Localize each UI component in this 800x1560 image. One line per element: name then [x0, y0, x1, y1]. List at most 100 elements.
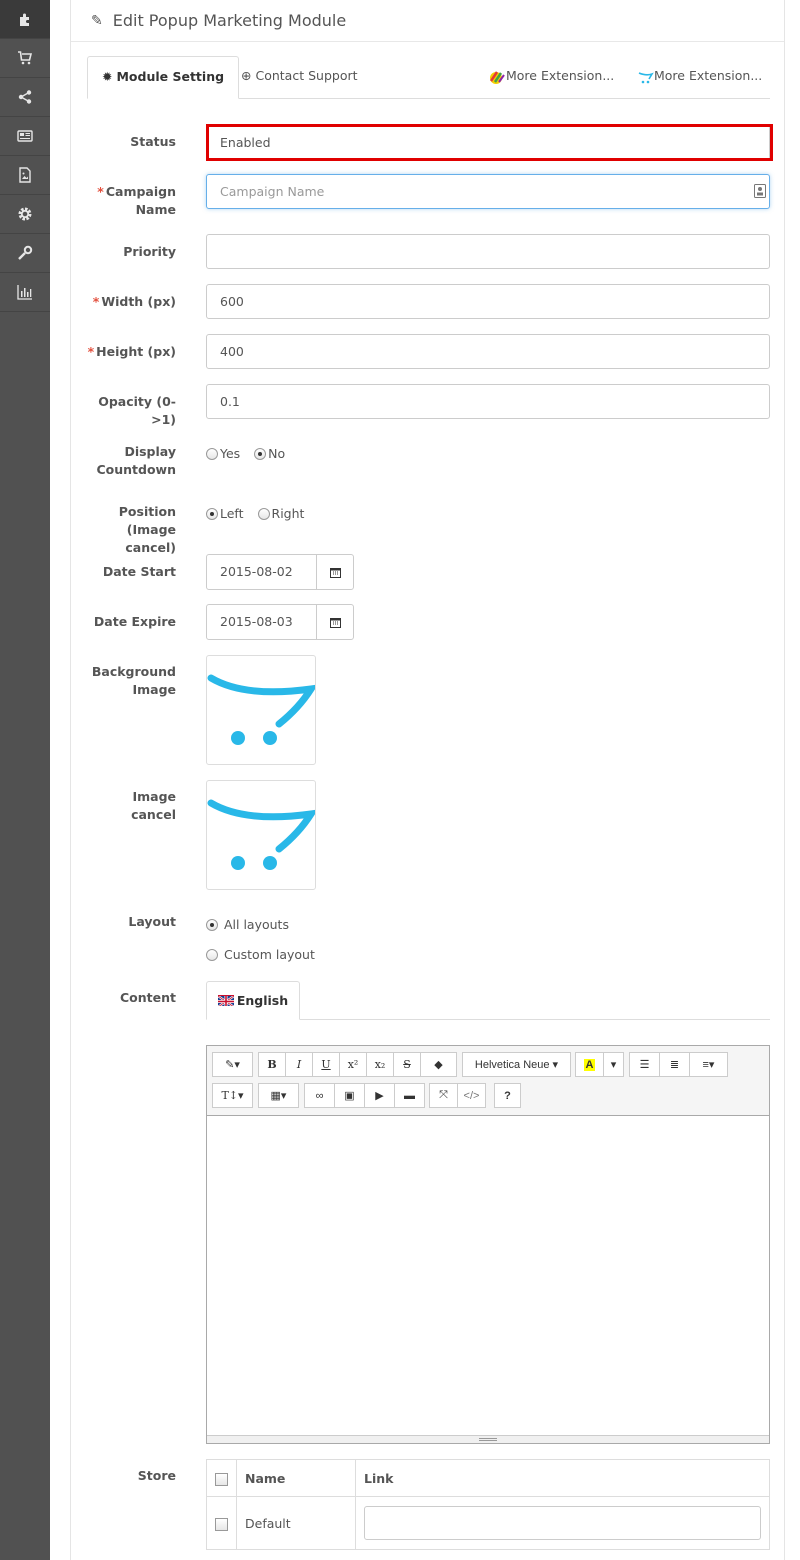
font-family-dropdown[interactable]: Helvetica Neue ▾ [462, 1052, 571, 1077]
height-label: * Height (px) [87, 344, 176, 359]
help-button[interactable]: ? [494, 1083, 521, 1108]
date-expire-input[interactable]: 2015-08-03 [207, 605, 316, 639]
opacity-input[interactable]: 0.1 [206, 384, 770, 419]
background-image-thumb[interactable] [206, 655, 318, 765]
module-panel: ✎ Edit Popup Marketing Module ✹ Module Se… [70, 0, 785, 1560]
countdown-no-radio[interactable]: No [254, 446, 285, 461]
unordered-list-button[interactable]: ☰ [629, 1052, 660, 1077]
height-input[interactable]: 400 [206, 334, 770, 369]
tab-language-english[interactable]: English [206, 981, 300, 1020]
underline-button[interactable]: U [312, 1052, 340, 1077]
background-image-label: Background Image [91, 664, 176, 697]
date-start-input[interactable]: 2015-08-02 [207, 555, 316, 589]
tab-contact-support[interactable]: ⊕ Contact Support [227, 56, 372, 99]
sidebar-item-settings[interactable] [0, 195, 50, 234]
tab-label: More Extension... [654, 68, 763, 83]
campaign-name-input[interactable]: Campaign Name [206, 174, 770, 209]
table-button[interactable]: ▦▾ [258, 1083, 299, 1108]
content-label: Content [120, 990, 176, 1005]
calendar-icon [329, 617, 341, 628]
contact-card-icon [754, 184, 766, 198]
sidebar-item-extensions[interactable] [0, 0, 50, 39]
image-file-icon [19, 167, 31, 183]
line-height-button[interactable]: T↕▾ [212, 1083, 253, 1108]
sidebar-item-reports[interactable] [0, 273, 50, 312]
image-cancel-thumb[interactable] [206, 780, 318, 890]
bold-button[interactable]: B [258, 1052, 286, 1077]
position-left-radio[interactable]: Left [206, 506, 244, 521]
display-countdown-radios: Yes No [206, 446, 295, 463]
sidebar-item-sales[interactable] [0, 39, 50, 78]
strikethrough-button[interactable]: S [393, 1052, 421, 1077]
text-color-icon: A [583, 1058, 596, 1071]
sidebar-item-share[interactable] [0, 78, 50, 117]
opencart-cart-logo-icon [207, 799, 318, 870]
video-button[interactable]: ▶ [364, 1083, 395, 1108]
subscript-button[interactable]: x₂ [366, 1052, 394, 1077]
layout-radio-all[interactable]: All layouts [206, 917, 299, 934]
width-input[interactable]: 600 [206, 284, 770, 319]
color-dropdown-button[interactable]: ▾ [603, 1052, 624, 1077]
status-select[interactable]: Enabled [206, 125, 770, 160]
sidebar-item-catalog[interactable] [0, 117, 50, 156]
horizontal-rule-button[interactable]: ▬ [394, 1083, 425, 1108]
layout-radio-custom[interactable]: Custom layout [206, 947, 325, 964]
table-header-row: Name Link [206, 1459, 770, 1497]
pencil-icon: ✎ [91, 12, 103, 29]
editor-content-area[interactable] [207, 1116, 769, 1436]
uk-flag-icon [217, 995, 234, 1006]
fullscreen-button[interactable]: ⤧ [429, 1083, 458, 1108]
sidebar-item-tools[interactable] [0, 234, 50, 273]
priority-input[interactable] [206, 234, 770, 269]
row-checkbox-cell [206, 1496, 237, 1550]
italic-button[interactable]: I [285, 1052, 313, 1077]
priority-label: Priority [123, 244, 176, 259]
tab-more-extension-1[interactable]: More Extension... [474, 56, 628, 99]
table-row: Default [206, 1496, 770, 1550]
display-countdown-label: Display Countdown [96, 444, 176, 477]
text-height-icon: T↕▾ [221, 1089, 244, 1102]
table-icon: ▦▾ [270, 1090, 287, 1102]
store-default-checkbox[interactable] [215, 1517, 228, 1531]
opencart-cart-logo-icon [207, 674, 318, 745]
sidebar-item-design[interactable] [0, 156, 50, 195]
store-name-cell: Default [236, 1496, 356, 1550]
picture-icon: ▣ [344, 1090, 355, 1102]
style-dropdown-button[interactable]: ✎▾ [212, 1052, 253, 1077]
select-all-checkbox[interactable] [215, 1472, 228, 1486]
list-ul-icon: ☰ [639, 1059, 650, 1071]
page-title: Edit Popup Marketing Module [112, 11, 347, 30]
store-link-input[interactable] [364, 1506, 761, 1540]
opacity-label: Opacity (0->1) [98, 394, 176, 427]
paragraph-align-button[interactable]: ≡▾ [689, 1052, 728, 1077]
position-right-radio[interactable]: Right [257, 506, 304, 521]
tab-more-extension-2[interactable]: More Extension... [624, 56, 776, 99]
newspaper-icon [17, 130, 33, 142]
text-color-button[interactable]: A [575, 1052, 604, 1077]
date-start-label: Date Start [102, 564, 176, 579]
code-view-button[interactable]: </> [457, 1083, 486, 1108]
language-tab-label: English [236, 993, 289, 1008]
date-expire-calendar-button[interactable] [316, 605, 353, 639]
countdown-yes-radio[interactable]: Yes [206, 446, 240, 461]
eraser-button[interactable]: ◆ [420, 1052, 457, 1077]
editor-toolbar: ✎▾ B I U x² x₂ S ◆ Helvetica Neue ▾ A ▾ … [207, 1046, 769, 1116]
store-label: Store [137, 1468, 176, 1483]
align-left-icon: ≡▾ [702, 1059, 715, 1071]
date-start-calendar-button[interactable] [316, 555, 353, 589]
select-all-cell [206, 1459, 237, 1497]
superscript-button[interactable]: x² [339, 1052, 367, 1077]
ordered-list-button[interactable]: ≣ [659, 1052, 690, 1077]
layout-label: Layout [128, 914, 176, 929]
picture-button[interactable]: ▣ [334, 1083, 365, 1108]
share-icon [18, 90, 32, 104]
position-radios: Left Right [206, 506, 314, 523]
cart-icon [18, 51, 33, 65]
editor-resize-handle[interactable] [207, 1435, 769, 1443]
link-button[interactable]: ∞ [304, 1083, 335, 1108]
column-header-name: Name [236, 1459, 356, 1497]
rich-text-editor: ✎▾ B I U x² x₂ S ◆ Helvetica Neue ▾ A ▾ … [206, 1045, 770, 1444]
calendar-icon [329, 567, 341, 578]
video-icon: ▶ [375, 1090, 384, 1102]
tab-module-setting[interactable]: ✹ Module Setting [87, 56, 240, 99]
